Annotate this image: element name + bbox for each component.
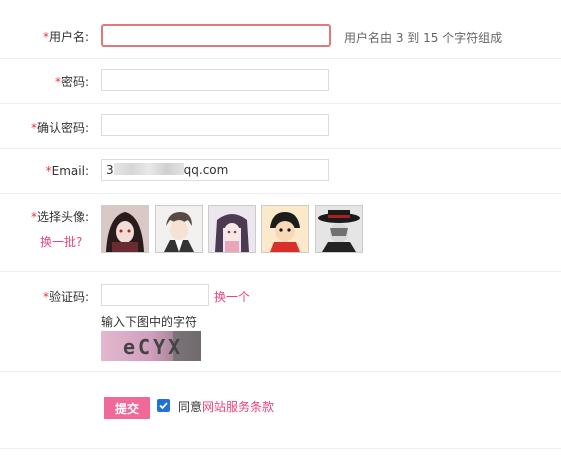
agree-text: 同意网站服务条款 [178,400,275,414]
captcha-image[interactable]: eCYX [101,331,201,361]
email-input[interactable]: 3 qq.com [101,159,329,181]
submit-button[interactable]: 提交 [104,397,150,419]
captcha-refresh-link[interactable]: 换一个 [214,288,250,305]
avatar-option-3[interactable] [208,205,256,253]
password-input[interactable] [101,69,329,91]
terms-link[interactable]: 网站服务条款 [202,400,274,414]
email-label: *Email: [45,164,89,178]
confirm-password-input[interactable] [101,114,329,136]
avatar-refresh-link[interactable]: 换一批? [40,233,82,250]
password-label: *密码: [54,75,89,89]
avatar-label: *选择头像: [30,210,89,224]
captcha-instruction: 输入下图中的字符 [101,315,198,329]
avatar-4-icon [262,206,308,252]
username-hint: 用户名由 3 到 15 个字符组成 [344,31,503,45]
register-form: *用户名: 用户名由 3 到 15 个字符组成 *密码: *确认密码: *Ema… [0,0,561,456]
username-label: *用户名: [42,30,89,44]
avatar-option-5[interactable] [315,205,363,253]
submit-row [0,371,561,449]
captcha-text: eCYX [123,335,183,359]
avatar-option-2[interactable] [155,205,203,253]
captcha-input[interactable] [101,284,209,306]
avatar-2-icon [156,206,202,252]
email-value: 3 qq.com [106,163,229,177]
confirm-password-label: *确认密码: [30,121,89,135]
avatar-1-icon [102,206,148,252]
captcha-row: *验证码: [0,271,561,372]
captcha-image-graphic: eCYX [101,331,201,361]
captcha-label: *验证码: [42,290,89,304]
avatar-5-icon [316,206,362,252]
redacted-blur [113,163,184,175]
avatar-3-icon [209,206,255,252]
avatar-option-1[interactable] [101,205,149,253]
agree-checkbox[interactable] [157,399,170,412]
avatar-option-4[interactable] [261,205,309,253]
username-input[interactable] [101,24,331,47]
checkmark-icon [159,402,168,410]
